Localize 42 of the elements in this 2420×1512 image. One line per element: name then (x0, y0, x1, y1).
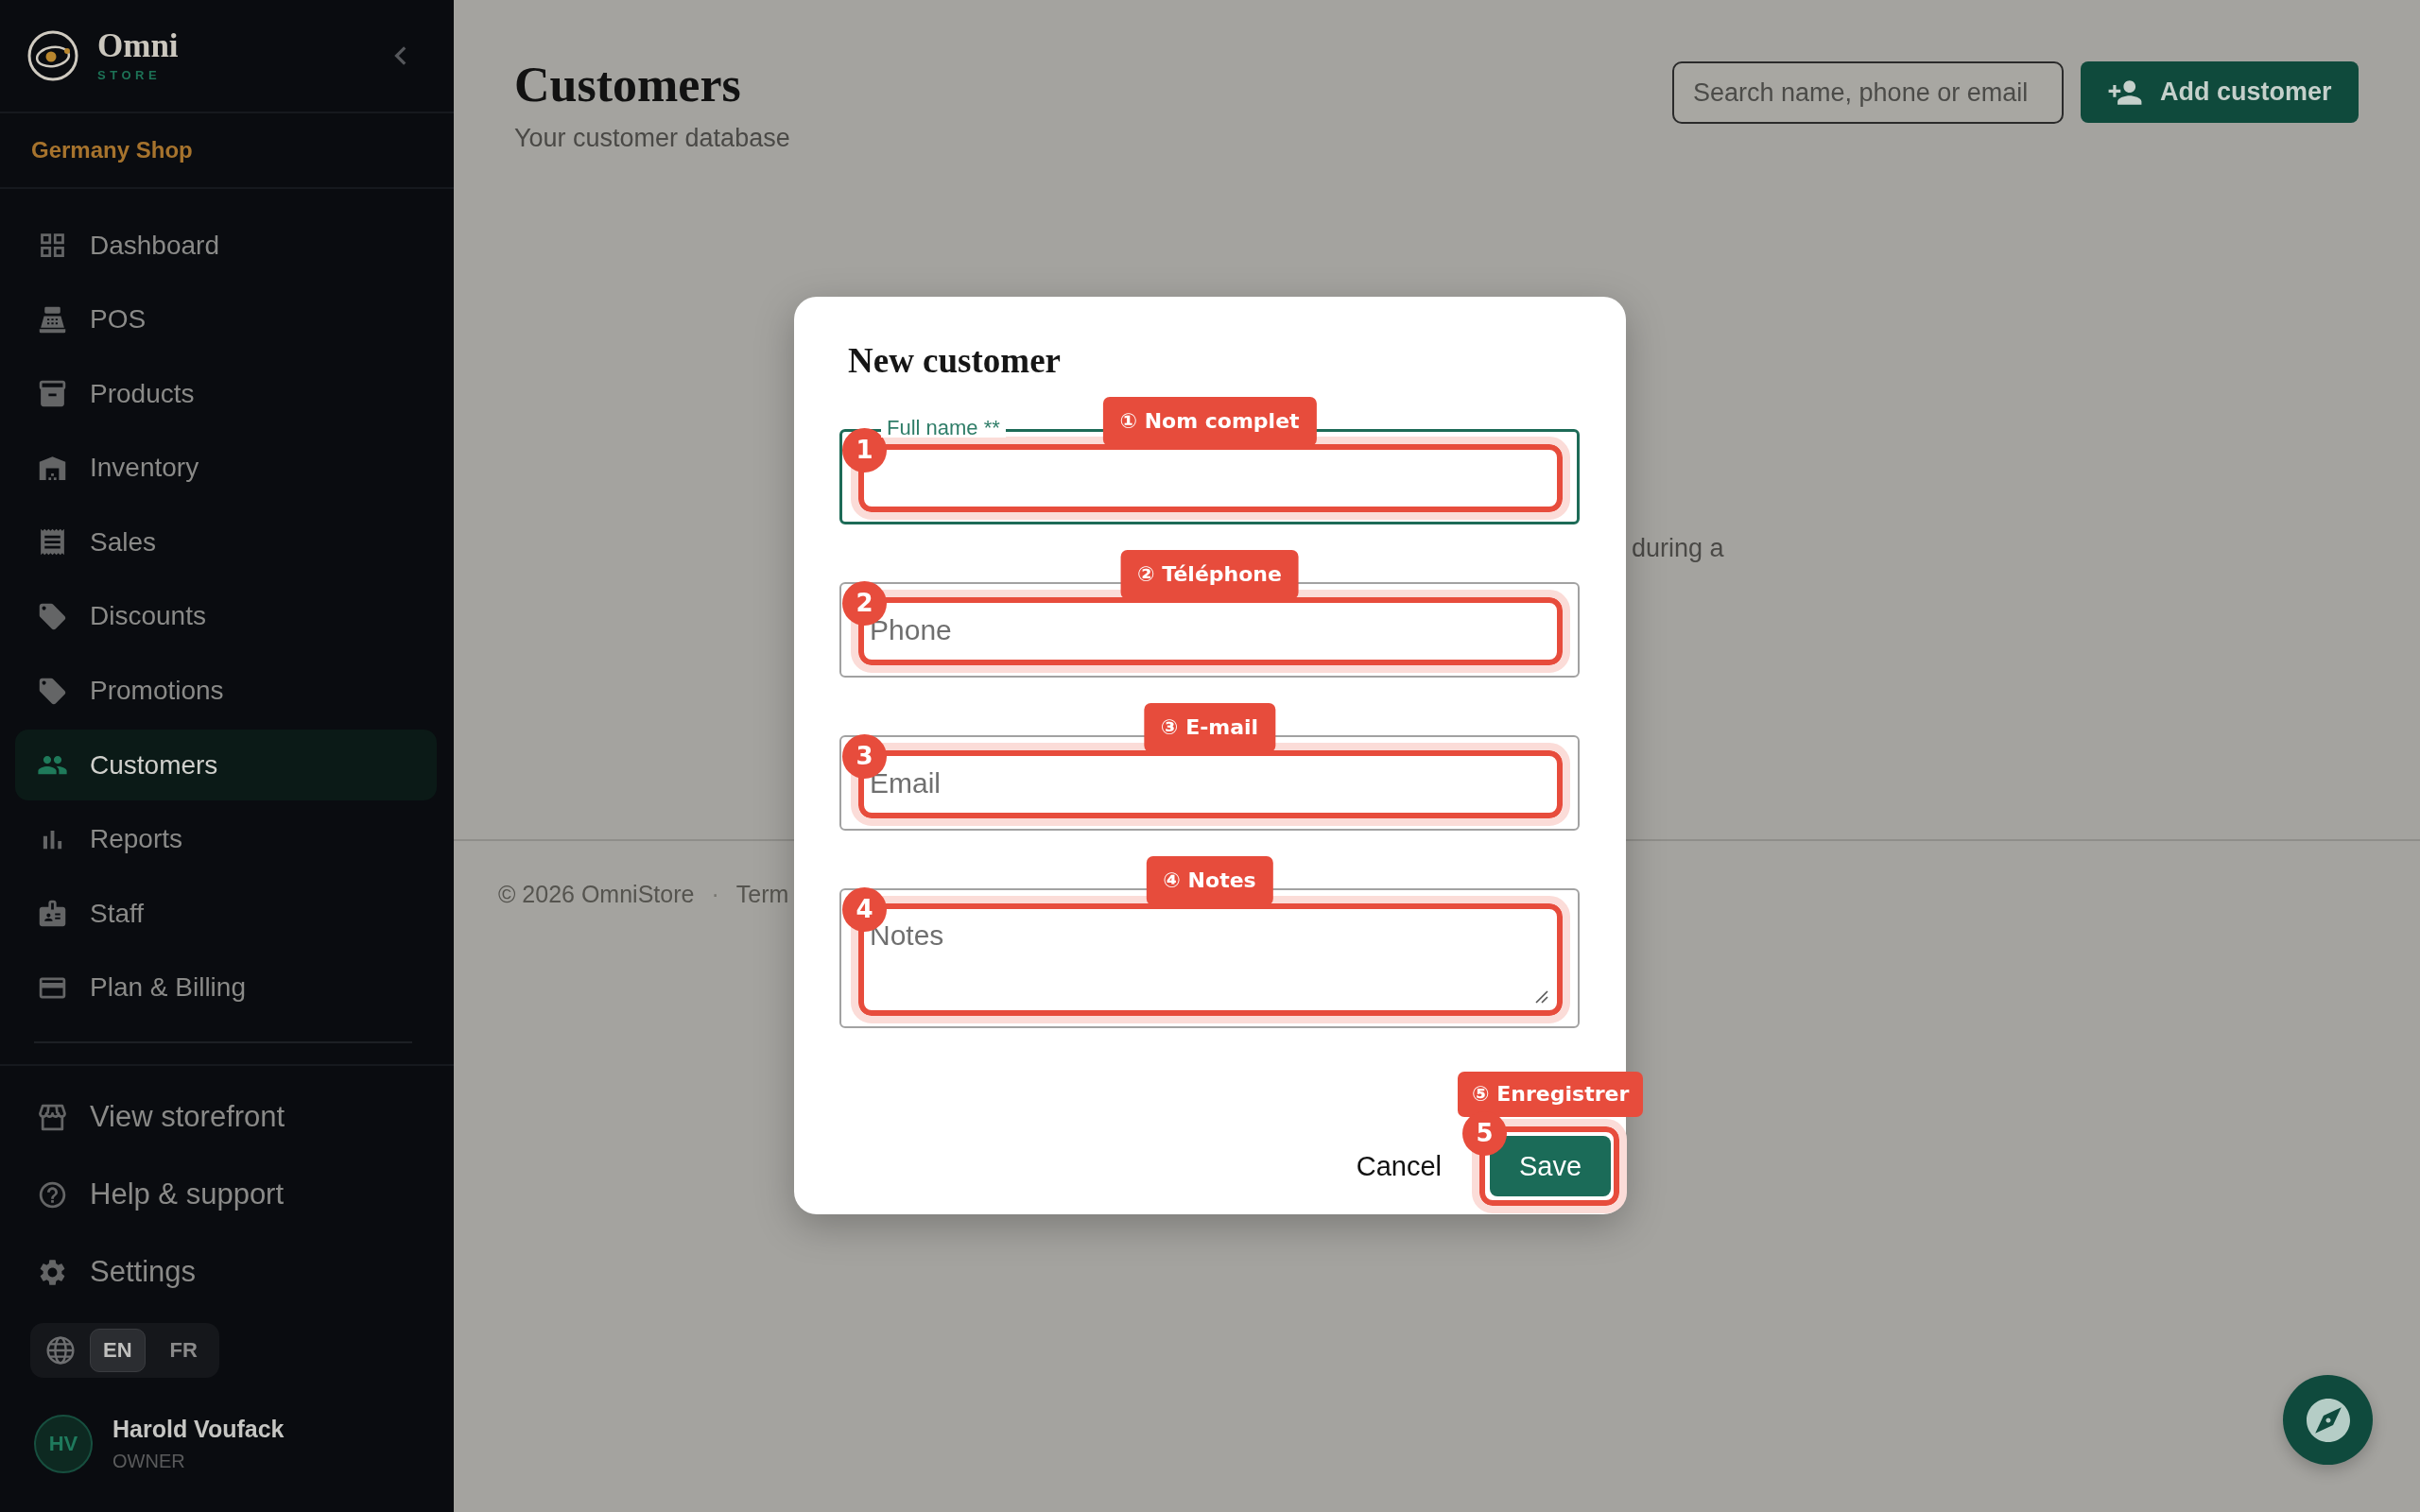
empty-state-text: during a (1632, 534, 1724, 562)
globe-icon (45, 1334, 76, 1366)
brand-tagline: STORE (97, 69, 162, 82)
nav-item[interactable]: Customers (15, 730, 437, 801)
brand-name: Omni (97, 29, 179, 63)
nav-item[interactable]: Dashboard (15, 210, 437, 281)
page-subtitle: Your customer database (514, 123, 790, 154)
avatar: HV (34, 1414, 93, 1473)
nav-item[interactable]: Plan & Billing (15, 952, 437, 1023)
shop-name[interactable]: Germany Shop (31, 136, 193, 164)
nav-item[interactable]: Discounts (15, 580, 437, 652)
callout-label: ② Téléphone (1120, 550, 1299, 599)
nav-item[interactable]: Products (15, 358, 437, 430)
resize-grip-icon (1533, 988, 1548, 1004)
sidebar-link[interactable]: Settings (15, 1236, 437, 1308)
callout-label: ① Nom complet (1102, 397, 1317, 446)
language-option[interactable]: EN (90, 1328, 146, 1372)
search-field[interactable]: Search name, phone or email (1672, 61, 2064, 124)
callout-label: ⑤ Enregistrer (1458, 1072, 1644, 1117)
terms-link[interactable]: Term (735, 881, 789, 907)
nav-item[interactable]: Sales (15, 507, 437, 578)
callout-label: ④ Notes (1146, 856, 1273, 905)
page-title: Customers (514, 57, 741, 113)
nav-item[interactable]: POS (15, 284, 437, 355)
separator-text: · (711, 881, 719, 907)
sidebar-link[interactable]: View storefront (15, 1081, 437, 1153)
user-name: Harold Voufack (112, 1414, 285, 1443)
language-option[interactable]: FR (156, 1328, 211, 1372)
nav-item[interactable]: Promotions (15, 655, 437, 727)
nav-item[interactable]: Inventory (15, 432, 437, 504)
user-role: OWNER (112, 1449, 185, 1473)
sidebar-link[interactable]: Help & support (15, 1159, 437, 1230)
field-label: Full name ** (881, 419, 1006, 438)
copyright-text: © 2026 OmniStore (498, 881, 695, 907)
dialog-title: New customer (848, 340, 1061, 382)
callout-label: ③ E-mail (1143, 703, 1276, 752)
nav-item[interactable]: Reports (15, 803, 437, 875)
nav-item[interactable]: Staff (15, 878, 437, 950)
add-customer-button[interactable]: Add customer (2081, 61, 2359, 123)
logo-icon (27, 30, 78, 81)
compass-icon (2306, 1398, 2350, 1442)
cancel-button[interactable]: Cancel (1337, 1136, 1461, 1196)
